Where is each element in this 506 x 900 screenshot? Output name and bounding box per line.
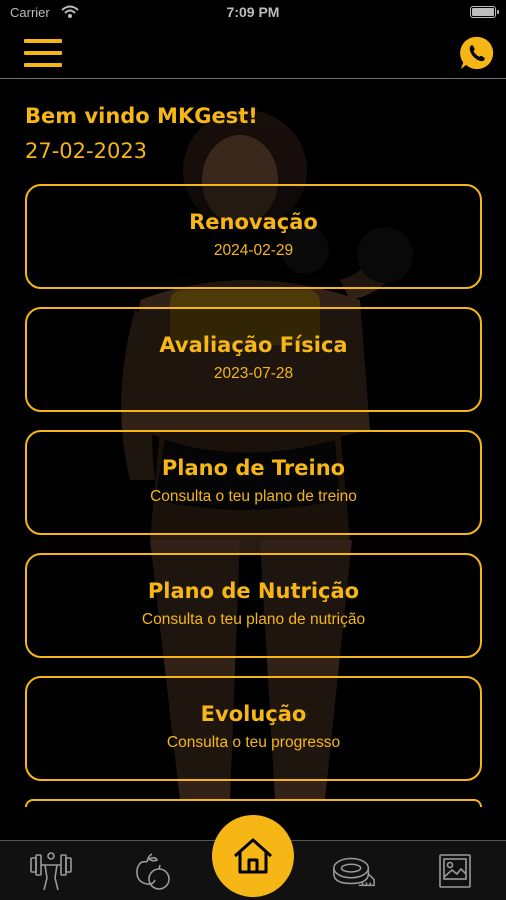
card-subtitle: 2024-02-29 (213, 242, 294, 259)
card-title: Plano de Nutrição (147, 579, 360, 603)
training-plan-card[interactable]: Plano de Treino Consulta o teu plano de … (25, 430, 482, 535)
top-app-bar (0, 28, 506, 79)
current-date: 27-02-2023 (25, 139, 148, 163)
status-bar: Carrier 7:09 PM (0, 0, 506, 28)
home-icon (234, 838, 272, 874)
renewal-card[interactable]: Renovação 2024-02-29 (25, 184, 482, 289)
card-subtitle: Consulta o teu plano de nutrição (141, 611, 366, 628)
status-time: 7:09 PM (226, 4, 280, 20)
workout-dumbbell-icon[interactable] (28, 849, 74, 893)
menu-cards: Renovação 2024-02-29 Avaliação Física 20… (25, 184, 482, 807)
evolution-card[interactable]: Evolução Consulta o teu progresso (25, 676, 482, 781)
battery-icon (470, 6, 499, 18)
welcome-message: Bem vindo MKGest! (25, 104, 258, 128)
card-subtitle: Consulta o teu progresso (166, 734, 341, 751)
nutrition-plan-card[interactable]: Plano de Nutrição Consulta o teu plano d… (25, 553, 482, 658)
hamburger-menu-icon[interactable] (24, 39, 62, 67)
nutrition-fruit-icon[interactable] (130, 849, 176, 893)
whatsapp-icon[interactable] (458, 34, 496, 72)
card-subtitle: Consulta o teu plano de treino (150, 488, 357, 505)
card-title: Plano de Treino (161, 456, 346, 480)
measuring-tape-icon[interactable] (330, 849, 376, 893)
gallery-image-icon[interactable] (432, 849, 478, 893)
next-card-partial[interactable] (25, 799, 482, 807)
card-title: Evolução (200, 702, 307, 726)
physical-assessment-card[interactable]: Avaliação Física 2023-07-28 (25, 307, 482, 412)
card-title: Avaliação Física (159, 333, 348, 357)
card-subtitle: 2023-07-28 (213, 365, 294, 382)
home-button[interactable] (212, 815, 294, 897)
card-title: Renovação (189, 210, 318, 234)
